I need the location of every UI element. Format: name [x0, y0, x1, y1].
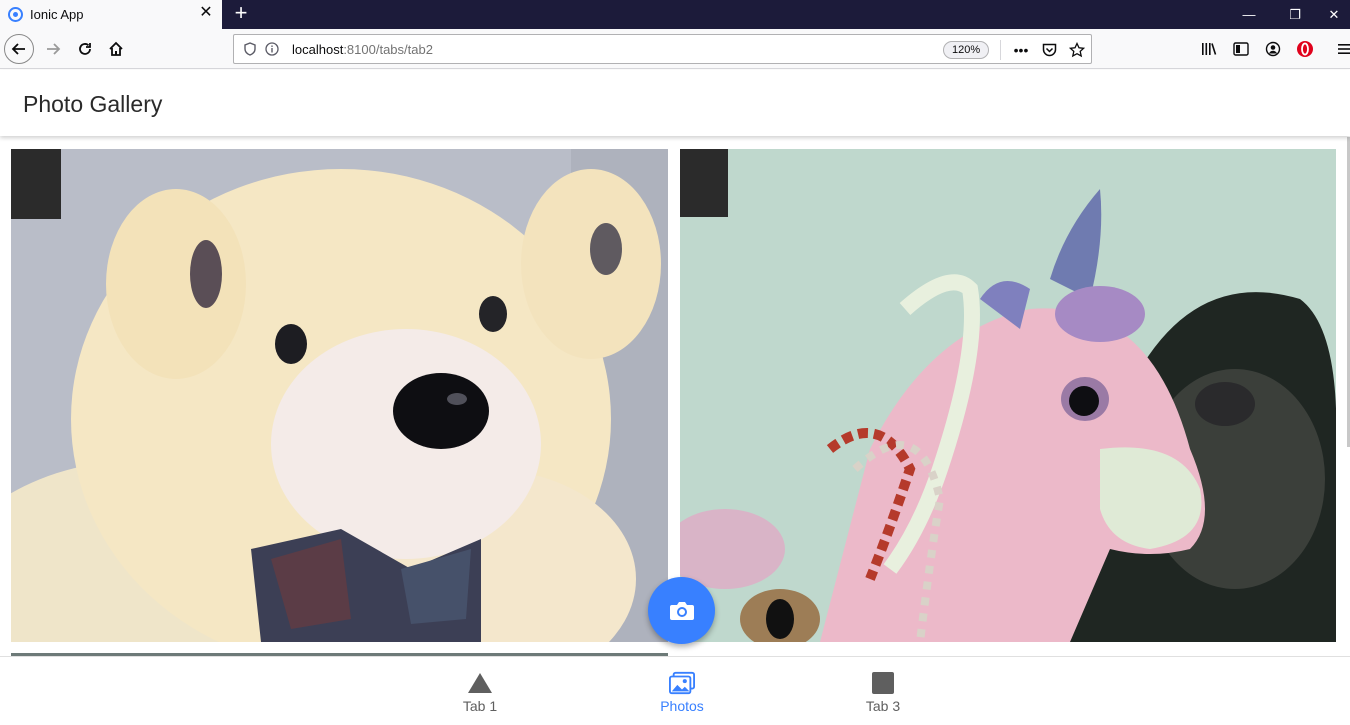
- close-tab-icon[interactable]: ✕: [198, 5, 214, 21]
- triangle-icon: [467, 670, 493, 696]
- camera-icon: [669, 601, 694, 620]
- extension-icon[interactable]: [1295, 39, 1315, 59]
- shield-icon[interactable]: [242, 41, 258, 57]
- ionic-favicon-icon: [8, 7, 23, 22]
- home-icon: [109, 41, 123, 56]
- home-button[interactable]: [101, 34, 131, 64]
- page-actions-icon[interactable]: •••: [1011, 40, 1031, 60]
- url-path: :8100/tabs/tab2: [343, 41, 433, 57]
- images-icon: [669, 670, 695, 696]
- info-icon[interactable]: [264, 41, 280, 57]
- take-photo-button[interactable]: [648, 577, 715, 644]
- account-icon[interactable]: [1263, 39, 1283, 59]
- forward-button[interactable]: [38, 34, 68, 64]
- restore-window-button[interactable]: ❐: [1272, 0, 1318, 29]
- tab-photos[interactable]: Photos: [622, 657, 742, 725]
- photo-teddy-bear[interactable]: [11, 149, 668, 642]
- url-text[interactable]: localhost:8100/tabs/tab2: [292, 42, 433, 57]
- url-separator: [1000, 40, 1001, 60]
- minimize-window-button[interactable]: —: [1226, 0, 1272, 29]
- back-arrow-icon: [11, 43, 25, 55]
- library-icon[interactable]: [1199, 39, 1219, 59]
- new-tab-button[interactable]: +: [230, 2, 252, 24]
- tab-tab3[interactable]: Tab 3: [823, 657, 943, 725]
- photo-unicorn-plush[interactable]: [680, 149, 1336, 642]
- app-header: Photo Gallery: [0, 70, 1350, 136]
- unicorn-plush-image: [680, 149, 1336, 642]
- back-button[interactable]: [4, 34, 34, 64]
- url-host: localhost: [292, 41, 344, 57]
- close-window-button[interactable]: ✕: [1318, 0, 1350, 29]
- bookmark-star-icon[interactable]: [1067, 40, 1087, 60]
- browser-toolbar: localhost:8100/tabs/tab2 120% •••: [0, 29, 1350, 69]
- pocket-icon[interactable]: [1039, 40, 1059, 60]
- forward-arrow-icon: [47, 43, 61, 55]
- browser-tab-strip: Ionic App ✕ + — ❐ ✕: [0, 0, 1350, 29]
- reload-button[interactable]: [70, 34, 100, 64]
- menu-icon[interactable]: [1335, 39, 1350, 59]
- address-bar[interactable]: localhost:8100/tabs/tab2 120% •••: [233, 34, 1092, 64]
- tab-tab1[interactable]: Tab 1: [420, 657, 540, 725]
- reload-icon: [79, 43, 91, 55]
- zoom-level-badge[interactable]: 120%: [943, 41, 990, 59]
- tab-bar: Tab 1 Photos Tab 3: [0, 656, 1350, 724]
- tab-label: Photos: [660, 698, 704, 714]
- square-icon: [870, 670, 896, 696]
- teddy-bear-image: [11, 149, 668, 642]
- tab-label: Tab 1: [462, 698, 498, 714]
- tab-label: Tab 3: [865, 698, 901, 714]
- sidebar-icon[interactable]: [1231, 39, 1251, 59]
- browser-tab-title: Ionic App: [30, 7, 84, 22]
- browser-tab[interactable]: Ionic App ✕: [0, 0, 222, 29]
- page-title: Photo Gallery: [23, 91, 163, 117]
